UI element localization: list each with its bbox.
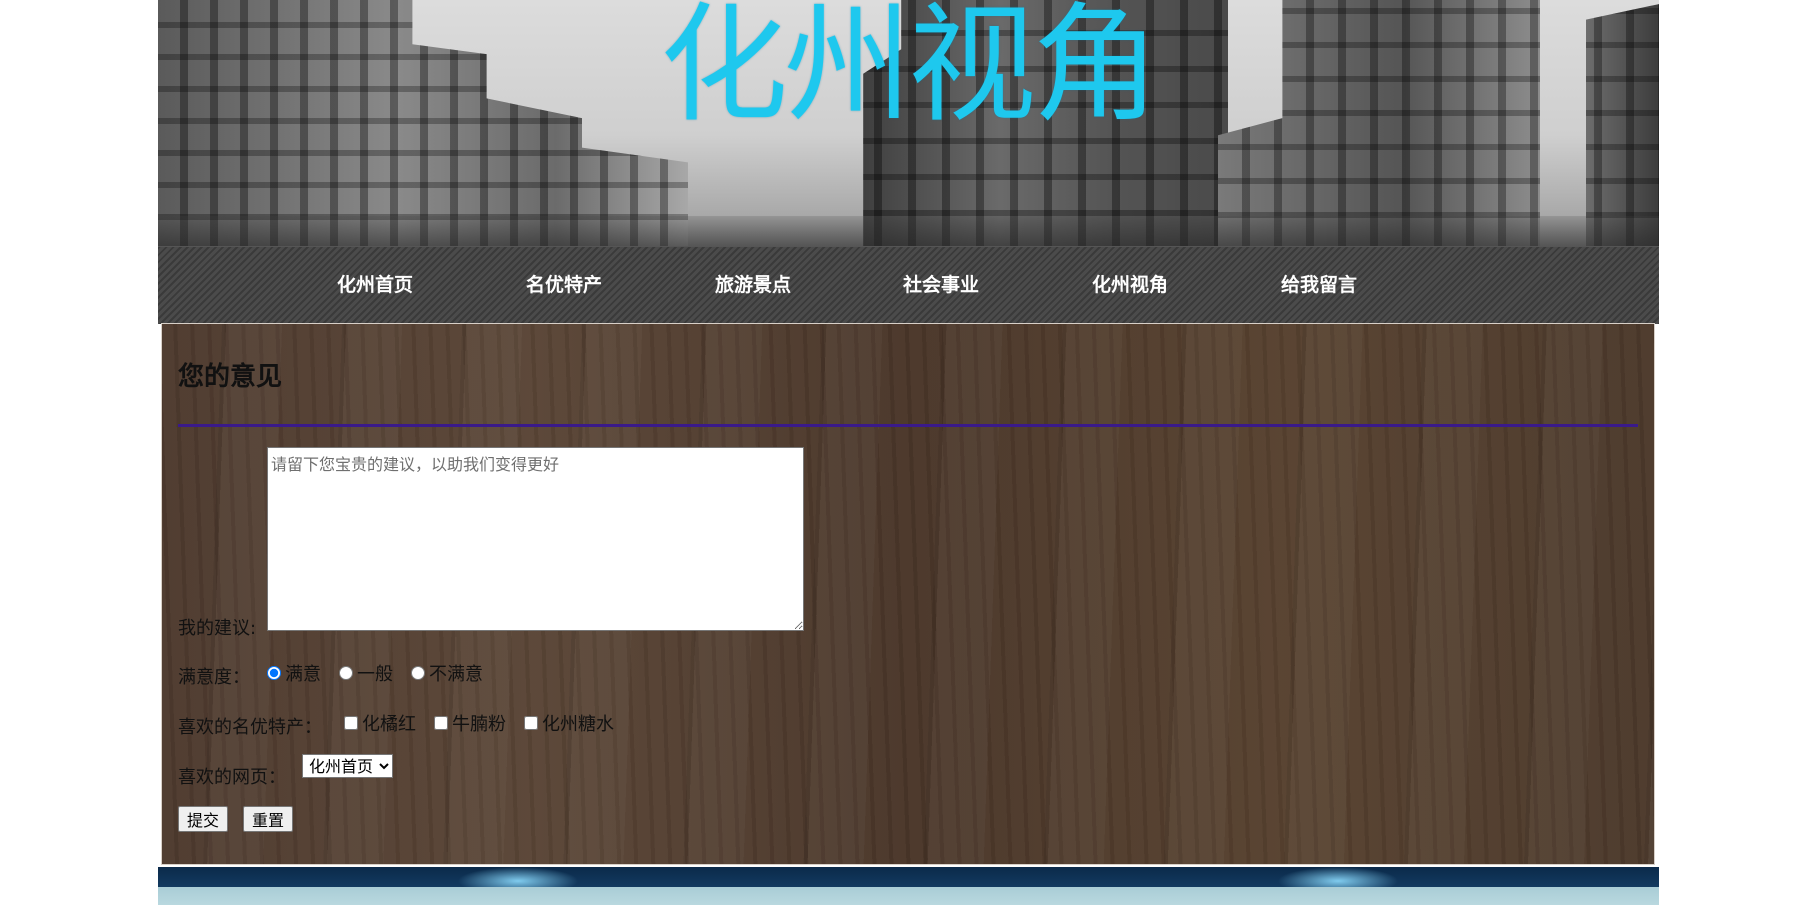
satisfaction-option-unsatisfied[interactable]: 不满意 [411, 662, 483, 685]
product-option-huajuhong[interactable]: 化橘红 [344, 712, 416, 735]
feedback-panel: 您的意见 我的建议: 满意度： 满意 一般 不满意 喜欢的名优特产： 化橘红 牛… [161, 323, 1655, 865]
average-radio-label: 一般 [357, 664, 393, 685]
beef-noodle-checkbox-label: 牛腩粉 [452, 714, 506, 735]
average-radio[interactable] [339, 666, 353, 680]
page: 化州视角 化州首页 名优特产 旅游景点 社会事业 化州视角 给我留言 您的意见 … [158, 0, 1659, 905]
satisfied-radio[interactable] [267, 666, 281, 680]
satisfaction-option-average[interactable]: 一般 [339, 662, 393, 685]
heading-divider [178, 424, 1638, 427]
satisfied-radio-label: 满意 [285, 664, 321, 685]
suggestion-label: 我的建议: [178, 618, 257, 639]
unsatisfied-radio[interactable] [411, 666, 425, 680]
nav-item-perspective[interactable]: 化州视角 [1050, 247, 1210, 324]
submit-button[interactable]: 提交 [178, 806, 229, 832]
sweet-soup-checkbox-label: 化州糖水 [542, 714, 614, 735]
banner-building-left [158, 0, 688, 246]
banner-street [158, 216, 1659, 246]
footer-image-strip [158, 867, 1659, 887]
satisfaction-label: 满意度： [178, 667, 250, 688]
product-option-beef-noodle[interactable]: 牛腩粉 [434, 712, 506, 735]
nav-item-social[interactable]: 社会事业 [861, 247, 1021, 324]
favorite-page-label: 喜欢的网页： [178, 767, 286, 788]
beef-noodle-checkbox[interactable] [434, 716, 448, 730]
favorite-page-select[interactable]: 化州首页 [302, 754, 393, 778]
nav-item-specialties[interactable]: 名优特产 [484, 247, 644, 324]
huajuhong-checkbox[interactable] [344, 716, 358, 730]
banner-title: 化州视角 [659, 0, 1160, 140]
footer-band [158, 887, 1659, 905]
nav-item-home[interactable]: 化州首页 [295, 247, 455, 324]
favorite-products-label: 喜欢的名优特产： [178, 717, 322, 738]
satisfaction-option-satisfied[interactable]: 满意 [267, 662, 321, 685]
unsatisfied-radio-label: 不满意 [429, 664, 483, 685]
main-nav: 化州首页 名优特产 旅游景点 社会事业 化州视角 给我留言 [158, 246, 1659, 324]
product-option-sweet-soup[interactable]: 化州糖水 [524, 712, 614, 735]
banner-building-right [1218, 0, 1659, 246]
reset-button[interactable]: 重置 [243, 806, 294, 832]
form-heading: 您的意见 [178, 362, 283, 392]
suggestion-textarea[interactable] [267, 447, 804, 631]
nav-item-guestbook[interactable]: 给我留言 [1239, 247, 1399, 324]
banner: 化州视角 [158, 0, 1659, 246]
nav-item-attractions[interactable]: 旅游景点 [673, 247, 833, 324]
huajuhong-checkbox-label: 化橘红 [362, 714, 416, 735]
sweet-soup-checkbox[interactable] [524, 716, 538, 730]
